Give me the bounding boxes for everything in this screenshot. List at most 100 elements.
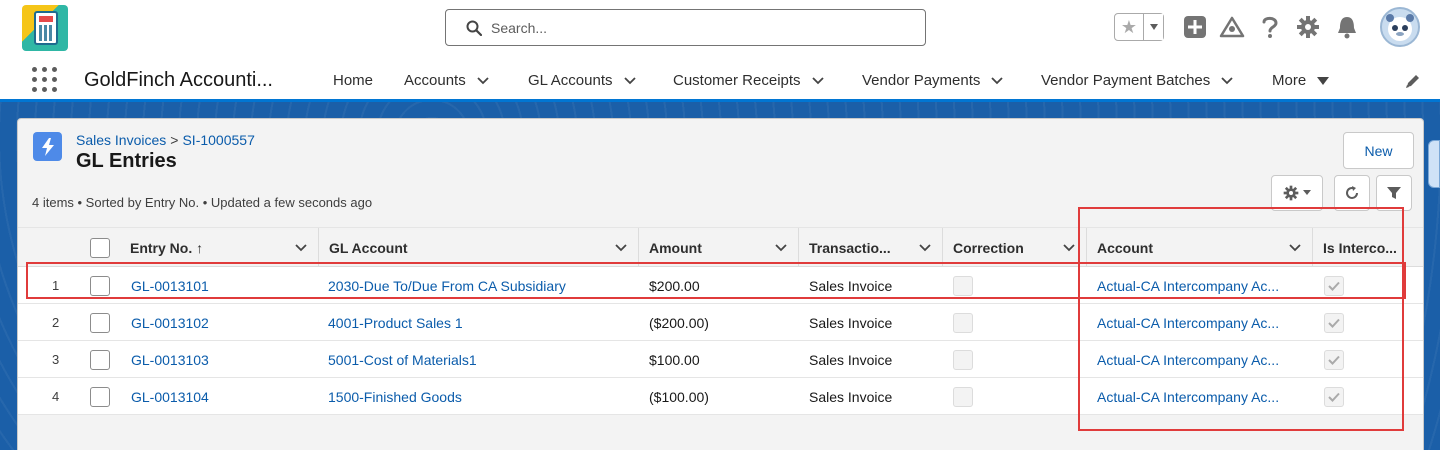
gear-icon xyxy=(1283,185,1299,201)
is-interco-checkbox xyxy=(1324,349,1344,370)
row-checkbox[interactable] xyxy=(90,386,110,407)
breadcrumb-separator: > xyxy=(170,132,179,148)
chevron-down-icon[interactable] xyxy=(623,74,637,88)
table-row: 4 GL-0013104 1500-Finished Goods ($100.0… xyxy=(18,378,1423,415)
global-actions-button[interactable] xyxy=(1182,14,1208,40)
add-icon xyxy=(1184,16,1206,38)
entry-no-link[interactable]: GL-0013101 xyxy=(131,267,209,304)
breadcrumb-record-link[interactable]: SI-1000557 xyxy=(182,132,254,148)
amount-value: ($100.00) xyxy=(649,388,709,405)
nav-item-home[interactable]: Home xyxy=(333,72,373,89)
gl-account-link[interactable]: 4001-Product Sales 1 xyxy=(328,304,463,341)
app-launcher-button[interactable] xyxy=(32,67,58,93)
transaction-value: Sales Invoice xyxy=(809,314,893,331)
edit-nav-pencil-icon[interactable] xyxy=(1404,72,1422,90)
checkmark-icon xyxy=(1328,392,1340,402)
setup-button[interactable] xyxy=(1295,14,1321,40)
chevron-down-icon[interactable] xyxy=(990,74,1004,88)
nav-item-accounts[interactable]: Accounts xyxy=(404,72,490,89)
is-interco-checkbox xyxy=(1324,312,1344,333)
nav-item-label: Accounts xyxy=(404,72,466,89)
amount-value: ($200.00) xyxy=(649,314,709,331)
chevron-down-icon[interactable] xyxy=(294,241,308,255)
nav-item-vendor-payment-batches[interactable]: Vendor Payment Batches xyxy=(1041,72,1234,89)
global-search[interactable] xyxy=(445,9,926,46)
nav-item-customer-receipts[interactable]: Customer Receipts xyxy=(673,72,825,89)
astro-avatar-icon xyxy=(1386,14,1414,41)
select-all-checkbox[interactable] xyxy=(90,238,110,258)
gl-account-link[interactable]: 2030-Due To/Due From CA Subsidiary xyxy=(328,267,566,304)
column-label: Account xyxy=(1097,240,1153,256)
utility-side-tab[interactable] xyxy=(1428,140,1440,188)
breadcrumb-parent-link[interactable]: Sales Invoices xyxy=(76,132,166,148)
refresh-icon xyxy=(1346,186,1358,199)
amount-value: $100.00 xyxy=(649,351,700,368)
filter-button[interactable] xyxy=(1376,175,1412,211)
table-header-row: Entry No. ↑ GL Account Amount Transactio… xyxy=(18,227,1423,268)
account-link[interactable]: Actual-CA Intercompany Ac... xyxy=(1097,267,1279,304)
account-link[interactable]: Actual-CA Intercompany Ac... xyxy=(1097,378,1279,415)
nav-item-more[interactable]: More xyxy=(1272,72,1330,89)
nav-item-gl-accounts[interactable]: GL Accounts xyxy=(528,72,637,89)
global-header: ★ xyxy=(0,0,1440,60)
chevron-down-icon[interactable] xyxy=(918,241,932,255)
app-logo[interactable] xyxy=(22,5,68,51)
checkmark-icon xyxy=(1328,355,1340,365)
help-button[interactable] xyxy=(1257,14,1283,40)
account-link[interactable]: Actual-CA Intercompany Ac... xyxy=(1097,304,1279,341)
breadcrumb: Sales Invoices > SI-1000557 xyxy=(76,132,255,148)
chevron-down-icon[interactable] xyxy=(1062,241,1076,255)
transaction-value: Sales Invoice xyxy=(809,351,893,368)
entry-no-link[interactable]: GL-0013102 xyxy=(131,304,209,341)
chevron-down-icon[interactable] xyxy=(1220,74,1234,88)
correction-checkbox xyxy=(953,275,973,296)
row-checkbox[interactable] xyxy=(90,312,110,333)
column-header-gl-account[interactable]: GL Account xyxy=(319,228,639,268)
gl-account-link[interactable]: 5001-Cost of Materials1 xyxy=(328,341,477,378)
chevron-down-icon[interactable] xyxy=(614,241,628,255)
row-checkbox[interactable] xyxy=(90,349,110,370)
favorite-star-icon[interactable]: ★ xyxy=(1115,14,1143,40)
chevron-down-icon[interactable] xyxy=(811,74,825,88)
chevron-down-icon[interactable] xyxy=(1288,241,1302,255)
account-link[interactable]: Actual-CA Intercompany Ac... xyxy=(1097,341,1279,378)
amount-value: $200.00 xyxy=(649,277,700,294)
notifications-button[interactable] xyxy=(1334,14,1360,40)
nav-item-label: Home xyxy=(333,72,374,89)
entry-no-link[interactable]: GL-0013104 xyxy=(131,378,209,415)
entry-no-link[interactable]: GL-0013103 xyxy=(131,341,209,378)
chevron-down-icon[interactable] xyxy=(476,74,490,88)
trailhead-button[interactable] xyxy=(1219,14,1245,40)
app-nav-bar: GoldFinch Accounti... Home Accounts GL A… xyxy=(0,60,1440,102)
column-label: Is Interco... xyxy=(1323,240,1397,256)
object-icon xyxy=(33,132,62,161)
search-icon xyxy=(466,20,482,36)
user-avatar[interactable] xyxy=(1380,7,1420,47)
column-header-entry-no[interactable]: Entry No. ↑ xyxy=(120,228,319,268)
refresh-button[interactable] xyxy=(1334,175,1370,211)
nav-item-label: More xyxy=(1272,72,1307,89)
caret-down-icon xyxy=(1149,24,1158,30)
column-header-transaction[interactable]: Transactio... xyxy=(799,228,943,268)
checkmark-icon xyxy=(1328,281,1340,291)
column-header-amount[interactable]: Amount xyxy=(639,228,799,268)
row-checkbox[interactable] xyxy=(90,275,110,296)
column-header-account[interactable]: Account xyxy=(1087,228,1313,268)
caret-down-icon xyxy=(1303,190,1311,195)
nav-item-vendor-payments[interactable]: Vendor Payments xyxy=(862,72,1004,89)
table-row: 2 GL-0013102 4001-Product Sales 1 ($200.… xyxy=(18,304,1423,341)
row-number: 3 xyxy=(52,352,60,367)
gl-account-link[interactable]: 1500-Finished Goods xyxy=(328,378,462,415)
list-settings-button[interactable] xyxy=(1271,175,1323,211)
favorites-group: ★ xyxy=(1114,13,1164,41)
chevron-down-icon[interactable] xyxy=(774,241,788,255)
column-header-correction[interactable]: Correction xyxy=(943,228,1087,268)
column-label: Transactio... xyxy=(809,240,891,256)
page-title: GL Entries xyxy=(76,150,177,172)
search-input[interactable] xyxy=(491,17,911,39)
favorites-menu-button[interactable] xyxy=(1143,14,1163,40)
column-header-is-interco[interactable]: Is Interco... xyxy=(1313,228,1423,268)
column-label: Correction xyxy=(953,240,1024,256)
new-button[interactable]: New xyxy=(1343,132,1414,169)
lightning-bolt-icon xyxy=(41,137,54,156)
